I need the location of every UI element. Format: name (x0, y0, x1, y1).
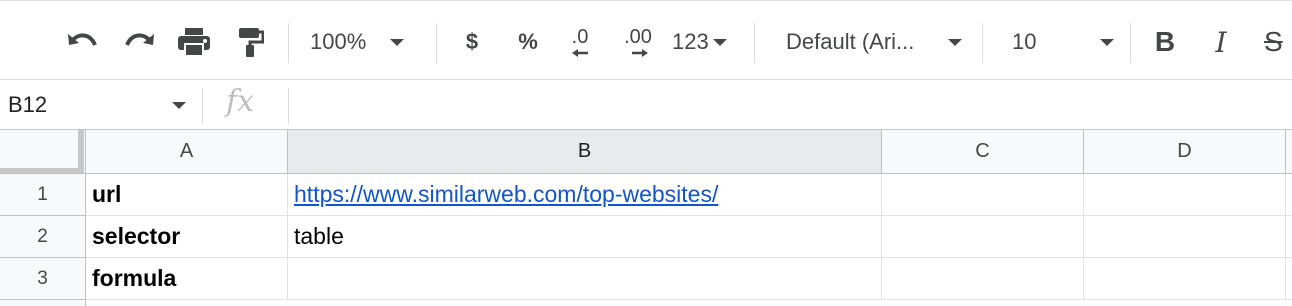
formula-input[interactable] (296, 86, 1286, 124)
cell-b3[interactable] (288, 258, 882, 300)
chevron-down-icon[interactable] (172, 102, 186, 109)
zoom-value: 100% (310, 29, 367, 54)
arrow-right-icon (632, 49, 648, 57)
frozen-row-handle[interactable] (0, 168, 84, 173)
cell-d2[interactable] (1084, 216, 1286, 258)
cell-d1[interactable] (1084, 174, 1286, 216)
currency-format-button[interactable]: $ (456, 19, 488, 65)
paint-format-icon (239, 28, 264, 57)
cell-a1[interactable]: url (86, 174, 288, 216)
paint-format-button[interactable] (232, 19, 268, 65)
percent-label: % (518, 29, 538, 54)
increase-decimal-label: .00 (624, 26, 652, 48)
row-header-2[interactable]: 2 (0, 216, 86, 258)
cell-b1-link[interactable]: https://www.similarweb.com/top-websites/ (288, 174, 882, 216)
strikethrough-button[interactable]: S (1264, 19, 1292, 65)
chevron-down-icon (712, 38, 727, 46)
font-size-value: 10 (1012, 29, 1037, 54)
zoom-select[interactable]: 100% (310, 19, 430, 65)
print-button[interactable] (174, 19, 214, 65)
decrease-decimal-button[interactable]: .0 (560, 19, 600, 65)
percent-format-button[interactable]: % (512, 19, 544, 65)
chevron-down-icon (390, 38, 405, 46)
bold-button[interactable]: B (1150, 19, 1180, 65)
formula-bar-separator (288, 88, 289, 124)
cell-a3[interactable]: formula (86, 258, 288, 300)
toolbar-separator (288, 23, 289, 63)
font-size-select[interactable]: 10 (1012, 19, 1116, 65)
row-header-3[interactable]: 3 (0, 258, 86, 300)
toolbar-separator (982, 23, 983, 63)
italic-icon: I (1215, 25, 1227, 59)
name-box[interactable]: B12 (8, 92, 47, 118)
toolbar: 100% $ % .0 .00 123 Default (Ari... 10 B… (0, 0, 1292, 80)
function-icon: fx (226, 84, 255, 119)
print-icon (178, 28, 210, 57)
chevron-down-icon (948, 38, 962, 46)
cell-a2[interactable]: selector (86, 216, 288, 258)
increase-decimal-button[interactable]: .00 (616, 19, 660, 65)
strikethrough-icon: S (1264, 26, 1283, 57)
font-family-select[interactable]: Default (Ari... (786, 19, 966, 65)
cell-d3[interactable] (1084, 258, 1286, 300)
cell-c3[interactable] (882, 258, 1084, 300)
currency-label: $ (465, 29, 479, 54)
frozen-column-handle[interactable] (78, 130, 84, 172)
italic-button[interactable]: I (1206, 19, 1236, 65)
bold-icon: B (1154, 26, 1176, 57)
toolbar-separator (1130, 23, 1131, 63)
toolbar-separator (754, 23, 755, 63)
decrease-decimal-label: .0 (571, 26, 589, 48)
cell-e1[interactable] (1286, 174, 1292, 216)
redo-button[interactable] (118, 19, 162, 65)
cell-e2[interactable] (1286, 216, 1292, 258)
undo-icon (68, 33, 97, 46)
formula-bar-separator (202, 88, 203, 124)
row-header-4[interactable] (0, 300, 86, 306)
row-header-1[interactable]: 1 (0, 174, 86, 216)
chevron-down-icon (1100, 38, 1114, 46)
column-header-e[interactable] (1286, 130, 1292, 174)
cell-e3[interactable] (1286, 258, 1292, 300)
cell-c2[interactable] (882, 216, 1084, 258)
toolbar-separator (436, 23, 437, 63)
column-header-c[interactable]: C (882, 130, 1084, 174)
redo-icon (125, 33, 154, 46)
arrow-left-icon (572, 49, 588, 57)
column-header-b[interactable]: B (288, 130, 882, 174)
formula-bar: B12 fx (0, 80, 1292, 130)
more-formats-button[interactable]: 123 (672, 19, 742, 65)
font-family-value: Default (Ari... (786, 29, 915, 54)
undo-button[interactable] (60, 19, 104, 65)
column-header-a[interactable]: A (86, 130, 288, 174)
spreadsheet-grid: A B C D 1 url https://www.similarweb.com… (0, 130, 1292, 306)
column-header-d[interactable]: D (1084, 130, 1286, 174)
cell-c1[interactable] (882, 174, 1084, 216)
more-formats-label: 123 (672, 29, 709, 54)
cell-b2[interactable]: table (288, 216, 882, 258)
